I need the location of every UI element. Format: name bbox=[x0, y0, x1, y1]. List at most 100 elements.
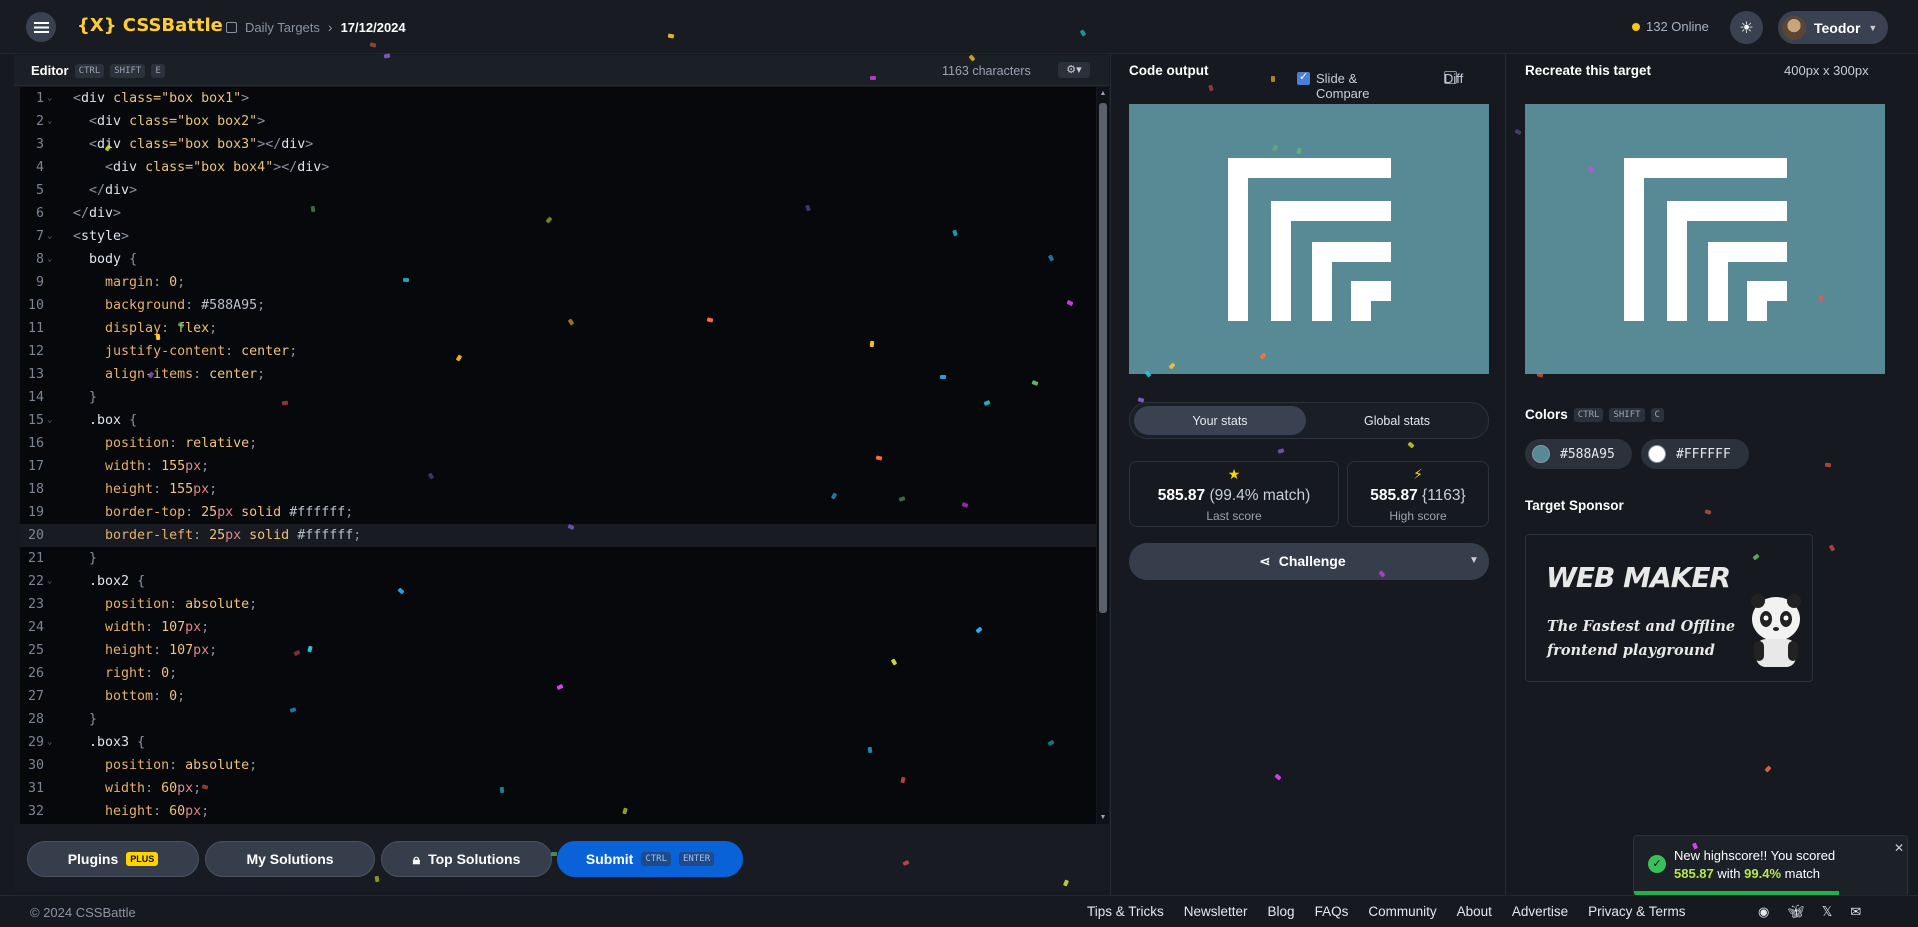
code-line[interactable]: 25 height: 107px; bbox=[20, 639, 1096, 662]
theme-toggle-button[interactable]: ☀ bbox=[1730, 11, 1763, 44]
shortcut-key: CTRL bbox=[1573, 407, 1604, 422]
confetti-piece bbox=[374, 876, 379, 883]
code-line[interactable]: 31 width: 60px; bbox=[20, 777, 1096, 800]
code-line[interactable]: 2 ⌄ <div class="box box2"> bbox=[20, 110, 1096, 133]
code-editor[interactable]: 1 ⌄ <div class="box box1"> 2 ⌄ <div class="b… bbox=[20, 87, 1096, 824]
breadcrumb-daily-targets[interactable]: Daily Targets bbox=[245, 20, 320, 35]
gear-icon: ⚙▾ bbox=[1066, 64, 1082, 76]
code-line[interactable]: 26 right: 0; bbox=[20, 662, 1096, 685]
footer-link[interactable]: Privacy & Terms bbox=[1588, 904, 1685, 919]
code-line[interactable]: 28 } bbox=[20, 708, 1096, 731]
code-line[interactable]: 1 ⌄ <div class="box box1"> bbox=[20, 87, 1096, 110]
line-number: 25 bbox=[27, 643, 44, 658]
submit-button[interactable]: Submit CTRL ENTER bbox=[557, 841, 743, 877]
code-line[interactable]: 22 ⌄ .box2 { bbox=[20, 570, 1096, 593]
code-line[interactable]: 3 <div class="box box3"></div> bbox=[20, 133, 1096, 156]
code-line[interactable]: 21 } bbox=[20, 547, 1096, 570]
high-score: 585.87 bbox=[1370, 487, 1418, 504]
footer-link[interactable]: FAQs bbox=[1315, 904, 1349, 919]
checkbox-checked-icon[interactable] bbox=[1297, 70, 1310, 85]
top-solutions-button[interactable]: 🔒︎ Top Solutions bbox=[381, 841, 552, 877]
code-line[interactable]: 15 ⌄ .box { bbox=[20, 409, 1096, 432]
share-icon: ⋖ bbox=[1259, 553, 1271, 569]
calendar-icon bbox=[226, 21, 237, 33]
challenge-label-wrap: ⋖ Challenge bbox=[1259, 553, 1346, 570]
close-icon[interactable]: ✕ bbox=[1894, 841, 1904, 855]
color-code: #588A95 bbox=[1560, 446, 1615, 462]
discord-icon[interactable]: ◉ bbox=[1758, 904, 1769, 920]
line-number: 24 bbox=[27, 620, 44, 635]
code-line[interactable]: 32 height: 60px; bbox=[20, 800, 1096, 823]
color-code: #FFFFFF bbox=[1676, 446, 1731, 462]
editor-title: Editor CTRL SHIFT E bbox=[31, 63, 165, 78]
code-text: width: 107px; bbox=[105, 620, 210, 635]
my-solutions-button[interactable]: My Solutions bbox=[205, 841, 375, 877]
code-line[interactable]: 13 align-items: center; bbox=[20, 363, 1096, 386]
fold-chevron-icon[interactable]: ⌄ bbox=[47, 409, 52, 432]
code-output-preview[interactable] bbox=[1129, 104, 1489, 374]
code-line[interactable]: 24 width: 107px; bbox=[20, 616, 1096, 639]
scrollbar-thumb[interactable] bbox=[1099, 103, 1107, 613]
fold-chevron-icon[interactable]: ⌄ bbox=[47, 731, 52, 754]
plugins-button[interactable]: Plugins PLUS bbox=[27, 841, 199, 877]
brand-logo[interactable]: {X} CSSBattle bbox=[77, 15, 223, 36]
tab-global-stats[interactable]: Global stats bbox=[1311, 406, 1483, 435]
submit-label: Submit bbox=[585, 851, 634, 867]
footer-link[interactable]: Tips & Tricks bbox=[1087, 904, 1164, 919]
shortcut-key: SHIFT bbox=[110, 63, 146, 78]
footer-link[interactable]: Advertise bbox=[1512, 904, 1568, 919]
panda-icon bbox=[1751, 594, 1801, 667]
footer-link[interactable]: Newsletter bbox=[1184, 904, 1248, 919]
tab-your-stats[interactable]: Your stats bbox=[1134, 406, 1306, 435]
code-text: border-left: 25px solid #ffffff; bbox=[105, 528, 362, 543]
footer-link[interactable]: Blog bbox=[1268, 904, 1295, 919]
code-line[interactable]: 6 </div> bbox=[20, 202, 1096, 225]
caret-down-icon[interactable]: ▼ bbox=[1469, 555, 1479, 566]
code-line[interactable]: 29 ⌄ .box3 { bbox=[20, 731, 1096, 754]
code-line[interactable]: 18 height: 155px; bbox=[20, 478, 1096, 501]
code-line[interactable]: 10 background: #588A95; bbox=[20, 294, 1096, 317]
fold-chevron-icon[interactable]: ⌄ bbox=[47, 248, 52, 271]
plus-badge: PLUS bbox=[126, 852, 159, 866]
fold-chevron-icon[interactable]: ⌄ bbox=[47, 225, 52, 248]
challenge-button[interactable]: ⋖ Challenge ▼ bbox=[1129, 543, 1489, 580]
footer-link[interactable]: About bbox=[1457, 904, 1492, 919]
editor-settings-button[interactable]: ⚙▾ bbox=[1058, 62, 1090, 78]
code-line[interactable]: 8 ⌄ body { bbox=[20, 248, 1096, 271]
sponsor-banner[interactable]: WEB MAKER The Fastest and Offline fronte… bbox=[1525, 534, 1813, 682]
toast-match: 99.4% bbox=[1744, 866, 1782, 881]
color-chip-white[interactable]: #FFFFFF bbox=[1641, 439, 1749, 469]
scroll-up-icon[interactable]: ▲ bbox=[1099, 90, 1107, 97]
code-line[interactable]: 9 margin: 0; bbox=[20, 271, 1096, 294]
check-circle-icon: ✓ bbox=[1648, 855, 1666, 873]
code-line[interactable]: 30 position: absolute; bbox=[20, 754, 1096, 777]
code-line[interactable]: 20 border-left: 25px solid #ffffff; bbox=[20, 524, 1096, 547]
footer-link[interactable]: Community bbox=[1368, 904, 1436, 919]
user-menu-button[interactable]: Teodor ▼ bbox=[1778, 11, 1888, 44]
slide-compare-toggle[interactable]: Slide & Compare bbox=[1297, 63, 1369, 101]
code-line[interactable]: 12 justify-content: center; bbox=[20, 340, 1096, 363]
menu-button[interactable] bbox=[26, 12, 56, 42]
code-line[interactable]: 16 position: relative; bbox=[20, 432, 1096, 455]
code-line[interactable]: 23 position: absolute; bbox=[20, 593, 1096, 616]
code-text: position: absolute; bbox=[105, 597, 258, 612]
fold-chevron-icon[interactable]: ⌄ bbox=[47, 110, 52, 133]
challenge-label: Challenge bbox=[1278, 553, 1346, 569]
code-text: height: 155px; bbox=[105, 482, 218, 497]
line-number: 26 bbox=[27, 666, 44, 681]
code-line[interactable]: 5 </div> bbox=[20, 179, 1096, 202]
mail-icon[interactable]: ✉ bbox=[1850, 904, 1861, 920]
fold-chevron-icon[interactable]: ⌄ bbox=[47, 570, 52, 593]
bluesky-icon[interactable]: 🦋︎ bbox=[1787, 904, 1804, 920]
code-line[interactable]: 19 border-top: 25px solid #ffffff; bbox=[20, 501, 1096, 524]
color-chip-bg[interactable]: #588A95 bbox=[1525, 439, 1632, 469]
x-icon[interactable]: 𝕏 bbox=[1822, 904, 1832, 920]
code-line[interactable]: 14 } bbox=[20, 386, 1096, 409]
code-line[interactable]: 4 <div class="box box4"></div> bbox=[20, 156, 1096, 179]
fold-chevron-icon[interactable]: ⌄ bbox=[47, 87, 52, 110]
editor-scrollbar[interactable]: ▲ ▼ bbox=[1097, 87, 1109, 824]
code-line[interactable]: 7 ⌄ <style> bbox=[20, 225, 1096, 248]
code-line[interactable]: 17 width: 155px; bbox=[20, 455, 1096, 478]
code-text: } bbox=[73, 712, 98, 727]
scroll-down-icon[interactable]: ▼ bbox=[1099, 814, 1107, 821]
